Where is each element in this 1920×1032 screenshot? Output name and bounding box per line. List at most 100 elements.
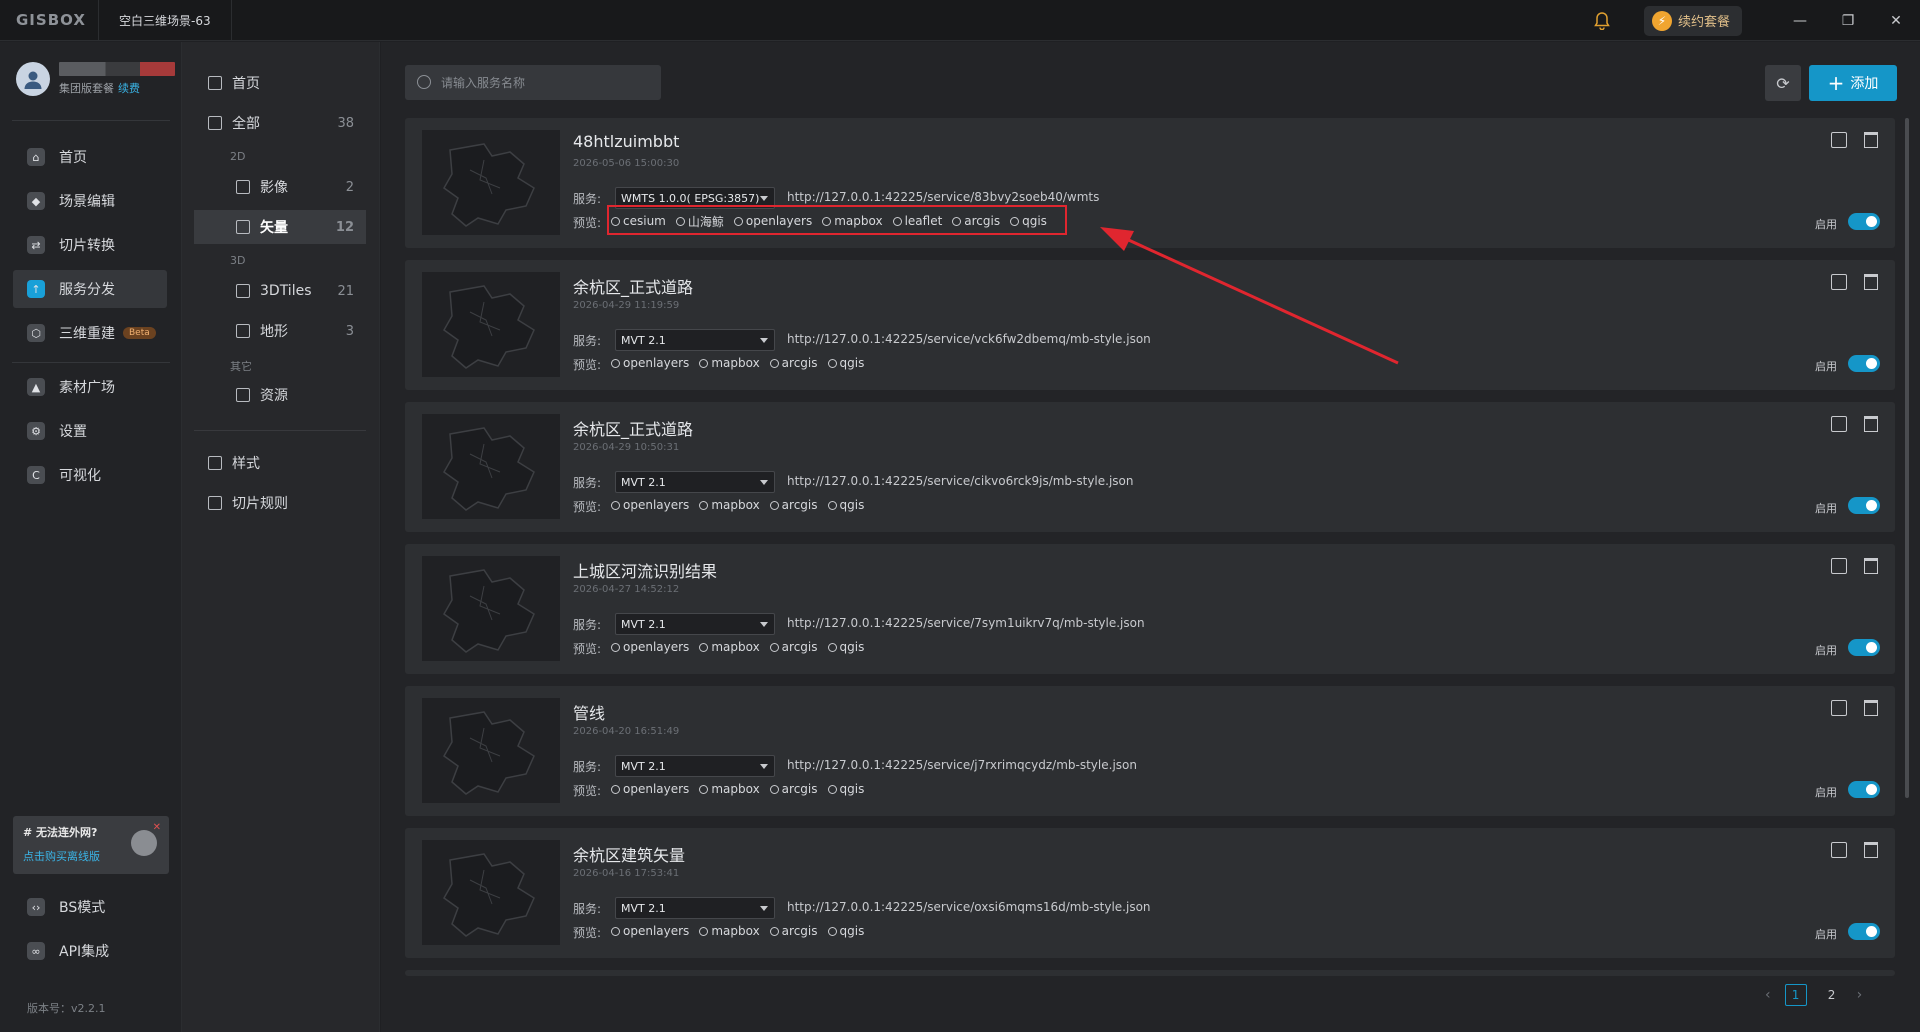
service-card[interactable]: 管线 2026-04-20 16:51:49 服务: MVT 2.1 http:…	[405, 686, 1895, 816]
page-2-button[interactable]: 2	[1821, 984, 1843, 1006]
preview-link-2[interactable]: arcgis	[769, 640, 818, 654]
category-all[interactable]: 全部 38	[194, 106, 366, 140]
close-icon[interactable]: ✕	[1872, 0, 1920, 41]
enable-toggle[interactable]	[1848, 213, 1880, 230]
preview-link-2[interactable]: arcgis	[769, 782, 818, 796]
search-input[interactable]	[441, 75, 641, 90]
page-1-button[interactable]: 1	[1784, 984, 1807, 1006]
preview-link-0[interactable]: openlayers	[611, 498, 689, 512]
enable-toggle[interactable]	[1848, 497, 1880, 514]
enable-toggle[interactable]	[1848, 923, 1880, 940]
trash-icon[interactable]	[1864, 416, 1878, 432]
minimize-icon[interactable]: —	[1776, 0, 1824, 41]
nav-api[interactable]: ∞ API集成	[13, 932, 167, 970]
service-card[interactable]: 余杭区建筑矢量 2026-04-16 17:53:41 服务: MVT 2.1 …	[405, 828, 1895, 958]
rebuild-icon: ⬡	[27, 324, 45, 342]
service-type-value: MVT 2.1	[621, 901, 666, 915]
service-type-select[interactable]: MVT 2.1	[615, 329, 775, 351]
category-3dtiles[interactable]: 3DTiles 21	[194, 274, 366, 308]
nav-service-publish[interactable]: ↑ 服务分发	[13, 270, 167, 308]
preview-link-0[interactable]: openlayers	[611, 782, 689, 796]
nav-settings[interactable]: ⚙ 设置	[13, 412, 167, 450]
bell-icon[interactable]	[1592, 11, 1612, 31]
preview-link-2[interactable]: arcgis	[769, 498, 818, 512]
scene-tab[interactable]: 空白三维场景-63	[98, 0, 232, 41]
nav-tile-convert[interactable]: ⇄ 切片转换	[13, 226, 167, 264]
scrollbar[interactable]	[1905, 118, 1909, 798]
trash-icon[interactable]	[1864, 274, 1878, 290]
service-url[interactable]: http://127.0.0.1:42225/service/83bvy2soe…	[787, 190, 1099, 204]
edit-icon[interactable]	[1831, 416, 1847, 432]
preview-links: openlayers mapbox arcgis qgis	[611, 496, 864, 514]
edit-icon[interactable]	[1831, 842, 1847, 858]
offline-promo-card[interactable]: # 无法连外网? 点击购买离线版 ✕	[13, 816, 169, 874]
service-url[interactable]: http://127.0.0.1:42225/service/7sym1uikr…	[787, 616, 1145, 630]
service-url[interactable]: http://127.0.0.1:42225/service/vck6fw2db…	[787, 332, 1151, 346]
renew-plan-button[interactable]: ⚡ 续约套餐	[1643, 5, 1742, 36]
category-imagery[interactable]: 影像 2	[194, 170, 366, 204]
trash-icon[interactable]	[1864, 558, 1878, 574]
trash-icon[interactable]	[1864, 700, 1878, 716]
search-box[interactable]	[405, 65, 661, 100]
edit-icon[interactable]	[1831, 558, 1847, 574]
category-terrain[interactable]: 地形 3	[194, 314, 366, 348]
nav-home[interactable]: ⌂ 首页	[13, 138, 167, 176]
refresh-button[interactable]: ⟳	[1765, 65, 1801, 101]
service-type-select[interactable]: MVT 2.1	[615, 613, 775, 635]
service-card[interactable]: 上城区河流识别结果 2026-04-27 14:52:12 服务: MVT 2.…	[405, 544, 1895, 674]
trash-icon[interactable]	[1864, 842, 1878, 858]
preview-link-3[interactable]: qgis	[827, 640, 864, 654]
enable-toggle[interactable]	[1848, 781, 1880, 798]
nav-scene-edit[interactable]: ◆ 场景编辑	[13, 182, 167, 220]
service-card-partial	[405, 970, 1895, 976]
category-resource[interactable]: 资源	[194, 378, 366, 412]
preview-label-title: 预览:	[573, 358, 602, 372]
category-nav: 首页 全部 38 2D 影像 2 矢量 12 3D 3DTiles 21 地形 3 其它 …	[182, 42, 380, 1032]
enable-toggle[interactable]	[1848, 639, 1880, 656]
preview-link-0[interactable]: openlayers	[611, 356, 689, 370]
edit-icon[interactable]	[1831, 700, 1847, 716]
service-url[interactable]: http://127.0.0.1:42225/service/oxsi6mqms…	[787, 900, 1151, 914]
prev-page-button[interactable]: ‹	[1765, 987, 1771, 1003]
preview-link-3[interactable]: qgis	[827, 498, 864, 512]
edit-icon[interactable]	[1831, 132, 1847, 148]
nav-3d-rebuild[interactable]: ⬡ 三维重建 Beta	[13, 314, 167, 352]
preview-link-1[interactable]: mapbox	[699, 640, 760, 654]
preview-link-1[interactable]: mapbox	[699, 782, 760, 796]
nav-bs-mode[interactable]: ‹› BS模式	[13, 888, 167, 926]
service-type-select[interactable]: MVT 2.1	[615, 755, 775, 777]
next-page-button[interactable]: ›	[1857, 987, 1863, 1003]
style-icon	[208, 456, 222, 470]
trash-icon[interactable]	[1864, 132, 1878, 148]
preview-link-1[interactable]: mapbox	[699, 498, 760, 512]
renew-link[interactable]: 续费	[118, 82, 140, 95]
category-vector[interactable]: 矢量 12	[194, 210, 366, 244]
preview-link-3[interactable]: qgis	[827, 782, 864, 796]
maximize-icon[interactable]: ❐	[1824, 0, 1872, 41]
close-icon[interactable]: ✕	[153, 822, 161, 833]
service-url[interactable]: http://127.0.0.1:42225/service/j7rxrimqc…	[787, 758, 1137, 772]
preview-link-0[interactable]: openlayers	[611, 924, 689, 938]
preview-link-3[interactable]: qgis	[827, 356, 864, 370]
preview-link-2[interactable]: arcgis	[769, 924, 818, 938]
preview-label: openlayers	[623, 782, 690, 796]
user-profile[interactable]: 集团版套餐 续费	[16, 62, 175, 96]
nav-visualize[interactable]: C 可视化	[13, 456, 167, 494]
add-service-button[interactable]: + 添加	[1809, 65, 1897, 101]
service-card[interactable]: 余杭区_正式道路 2026-04-29 10:50:31 服务: MVT 2.1…	[405, 402, 1895, 532]
preview-link-3[interactable]: qgis	[827, 924, 864, 938]
preview-link-1[interactable]: mapbox	[699, 924, 760, 938]
service-url[interactable]: http://127.0.0.1:42225/service/cikvo6rck…	[787, 474, 1134, 488]
category-tile-rule[interactable]: 切片规则	[194, 486, 366, 520]
service-type-select[interactable]: MVT 2.1	[615, 471, 775, 493]
preview-link-1[interactable]: mapbox	[699, 356, 760, 370]
nav-material[interactable]: ▲ 素材广场	[13, 368, 167, 406]
preview-link-0[interactable]: openlayers	[611, 640, 689, 654]
preview-link-2[interactable]: arcgis	[769, 356, 818, 370]
edit-icon[interactable]	[1831, 274, 1847, 290]
category-style[interactable]: 样式	[194, 446, 366, 480]
avatar[interactable]	[16, 62, 50, 96]
enable-toggle[interactable]	[1848, 355, 1880, 372]
category-home[interactable]: 首页	[194, 66, 366, 100]
service-type-select[interactable]: MVT 2.1	[615, 897, 775, 919]
